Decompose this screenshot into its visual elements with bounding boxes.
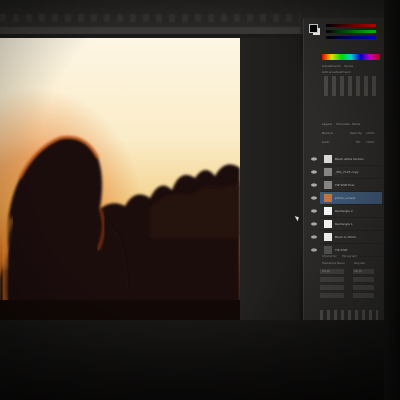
eye-icon[interactable] [311,247,317,253]
monitor-bezel-bottom [0,320,400,400]
layer-name: Tilt-Shift [335,248,348,252]
monitor-bezel-right [384,0,400,400]
eye-icon[interactable] [311,169,317,175]
canvas-pasteboard [240,38,300,328]
layer-row[interactable]: _MG_7125 copy [311,166,382,179]
tab-character[interactable]: Character [322,254,337,258]
layer-name: photo_sunset [335,196,356,200]
layer-row-selected[interactable]: photo_sunset [311,192,382,205]
font-family-select[interactable]: Helvetica Neue [322,261,345,265]
opacity-label: Opacity: [350,131,363,135]
font-style-select[interactable]: Regular [354,261,366,265]
layer-name: Rectangle 1 [335,222,353,226]
color-spectrum[interactable] [322,54,380,60]
add-adjustment-label: Add an adjustment [322,70,351,74]
adjustment-icons[interactable] [324,76,378,96]
eye-icon[interactable] [311,234,317,240]
leading-field[interactable]: 48 pt [354,269,362,273]
layer-row[interactable]: Tilt Shift Pow [311,179,382,192]
layer-name: Tilt Shift Pow [335,183,355,187]
right-panels: Adjustments Styles Add an adjustment Lay… [303,18,384,340]
font-size-field[interactable]: 24 pt [322,269,330,273]
layer-thumb-icon [324,233,332,241]
tab-paragraph[interactable]: Paragraph [342,254,357,258]
tab-layers[interactable]: Layers [322,122,332,126]
layer-row[interactable]: Rectangle 2 [311,205,382,218]
color-sliders[interactable] [326,24,376,48]
layer-thumb-icon [324,168,332,176]
lock-label: Lock: [322,140,330,144]
layer-row[interactable]: Rectangle 1 [311,218,382,231]
tab-styles[interactable]: Styles [344,64,353,68]
layer-thumb-icon [324,155,332,163]
blend-mode-select[interactable]: Normal [322,131,333,135]
layer-thumb-icon [324,246,332,254]
opacity-value[interactable]: 100% [366,131,375,135]
layers-list: Black white fashion _MG_7125 copy Tilt S… [311,153,382,257]
eye-icon[interactable] [311,195,317,201]
tab-paths[interactable]: Paths [352,122,360,126]
layer-row[interactable]: Black & White [311,231,382,244]
document-photo[interactable] [0,38,240,328]
document-tab-strip[interactable] [0,27,300,34]
fill-label: Fill: [356,140,362,144]
eye-icon[interactable] [311,156,317,162]
eye-icon[interactable] [311,182,317,188]
tab-adjustments[interactable]: Adjustments [322,64,341,68]
tab-channels[interactable]: Channels [336,122,350,126]
fill-value[interactable]: 100% [366,140,375,144]
layer-name: Black & White [335,235,357,239]
layer-thumb-icon [324,194,332,202]
layer-name: Rectangle 2 [335,209,353,213]
ruler [0,14,300,22]
character-settings[interactable] [320,269,380,301]
layer-row[interactable]: Black white fashion [311,153,382,166]
sunset-silhouette-image [0,38,240,328]
eye-icon[interactable] [311,221,317,227]
layer-name: _MG_7125 copy [335,170,359,174]
foreground-color-swatch[interactable] [309,24,318,33]
photo-scene: Adjustments Styles Add an adjustment Lay… [0,0,400,400]
layer-name: Black white fashion [335,157,365,161]
eye-icon[interactable] [311,208,317,214]
layer-thumb-icon [324,181,332,189]
layer-thumb-icon [324,207,332,215]
layer-thumb-icon [324,220,332,228]
